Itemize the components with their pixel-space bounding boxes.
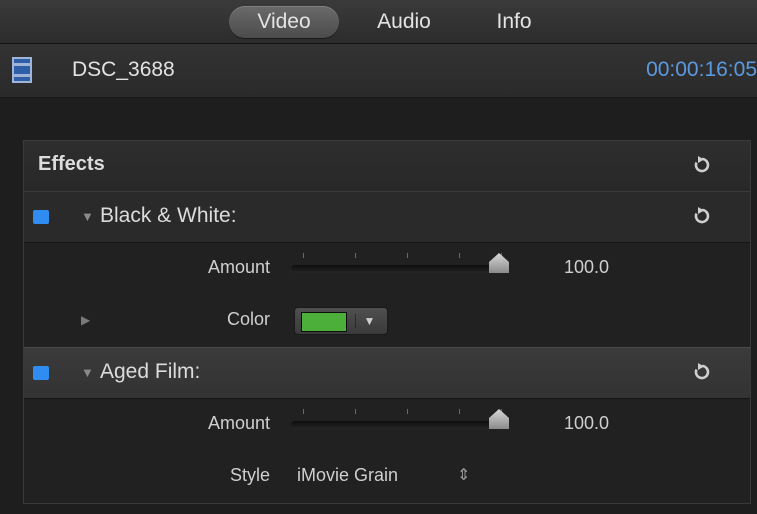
reset-icon[interactable] — [694, 363, 710, 381]
tab-info[interactable]: Info — [474, 6, 554, 38]
effect-row-aged-film[interactable]: ▼ Aged Film: — [24, 347, 750, 399]
slider-tick — [407, 409, 408, 414]
clip-timecode: 00:00:16:05 — [646, 58, 757, 81]
slider-tick — [303, 253, 304, 258]
effect-name: Aged Film: — [100, 360, 201, 383]
param-row-amount: Amount 100.0 — [24, 243, 750, 295]
inspector-tab-bar: Video Audio Info — [0, 0, 757, 44]
effect-row-black-white[interactable]: ▼ Black & White: — [24, 191, 750, 243]
effect-enable-checkbox[interactable] — [33, 366, 49, 380]
disclosure-triangle-icon[interactable]: ▶ — [81, 313, 90, 327]
style-popup[interactable]: iMovie Grain — [297, 465, 398, 486]
effects-title: Effects — [38, 153, 105, 175]
param-value[interactable]: 100.0 — [564, 413, 609, 434]
effects-section-header: Effects — [24, 141, 750, 191]
clip-name: DSC_3688 — [72, 58, 175, 81]
slider-tick — [303, 409, 304, 414]
param-label: Amount — [207, 413, 270, 433]
effects-panel: Effects ▼ Black & White: Amount 100.0 ▶ … — [23, 140, 751, 504]
color-swatch[interactable] — [301, 312, 347, 332]
param-label: Style — [229, 465, 270, 485]
tab-video[interactable]: Video — [229, 6, 339, 38]
param-label: Color — [226, 309, 270, 329]
param-row-style: Style iMovie Grain ⇕ — [24, 451, 750, 503]
film-strip-icon — [12, 57, 32, 83]
slider-tick — [459, 409, 460, 414]
effect-name: Black & White: — [100, 204, 237, 227]
up-down-chevron-icon[interactable]: ⇕ — [457, 465, 470, 485]
reset-icon[interactable] — [694, 207, 710, 225]
clip-header: DSC_3688 00:00:16:05 — [0, 44, 757, 98]
chevron-down-icon[interactable]: ▼ — [355, 314, 383, 328]
disclosure-triangle-icon[interactable]: ▼ — [81, 365, 94, 380]
param-value[interactable]: 100.0 — [564, 257, 609, 278]
slider-tick — [355, 409, 356, 414]
slider-thumb[interactable] — [489, 409, 509, 429]
effect-enable-checkbox[interactable] — [33, 210, 49, 224]
amount-slider[interactable] — [291, 409, 509, 429]
color-picker-button[interactable]: ▼ — [294, 307, 388, 335]
disclosure-triangle-icon[interactable]: ▼ — [81, 209, 94, 224]
param-row-amount: Amount 100.0 — [24, 399, 750, 451]
param-row-color: ▶ Color ▼ — [24, 295, 750, 347]
amount-slider[interactable] — [291, 253, 509, 273]
reset-icon[interactable] — [694, 156, 710, 174]
slider-tick — [459, 253, 460, 258]
slider-tick — [407, 253, 408, 258]
param-label: Amount — [207, 257, 270, 277]
slider-thumb[interactable] — [489, 253, 509, 273]
tab-audio[interactable]: Audio — [357, 6, 451, 38]
slider-tick — [355, 253, 356, 258]
